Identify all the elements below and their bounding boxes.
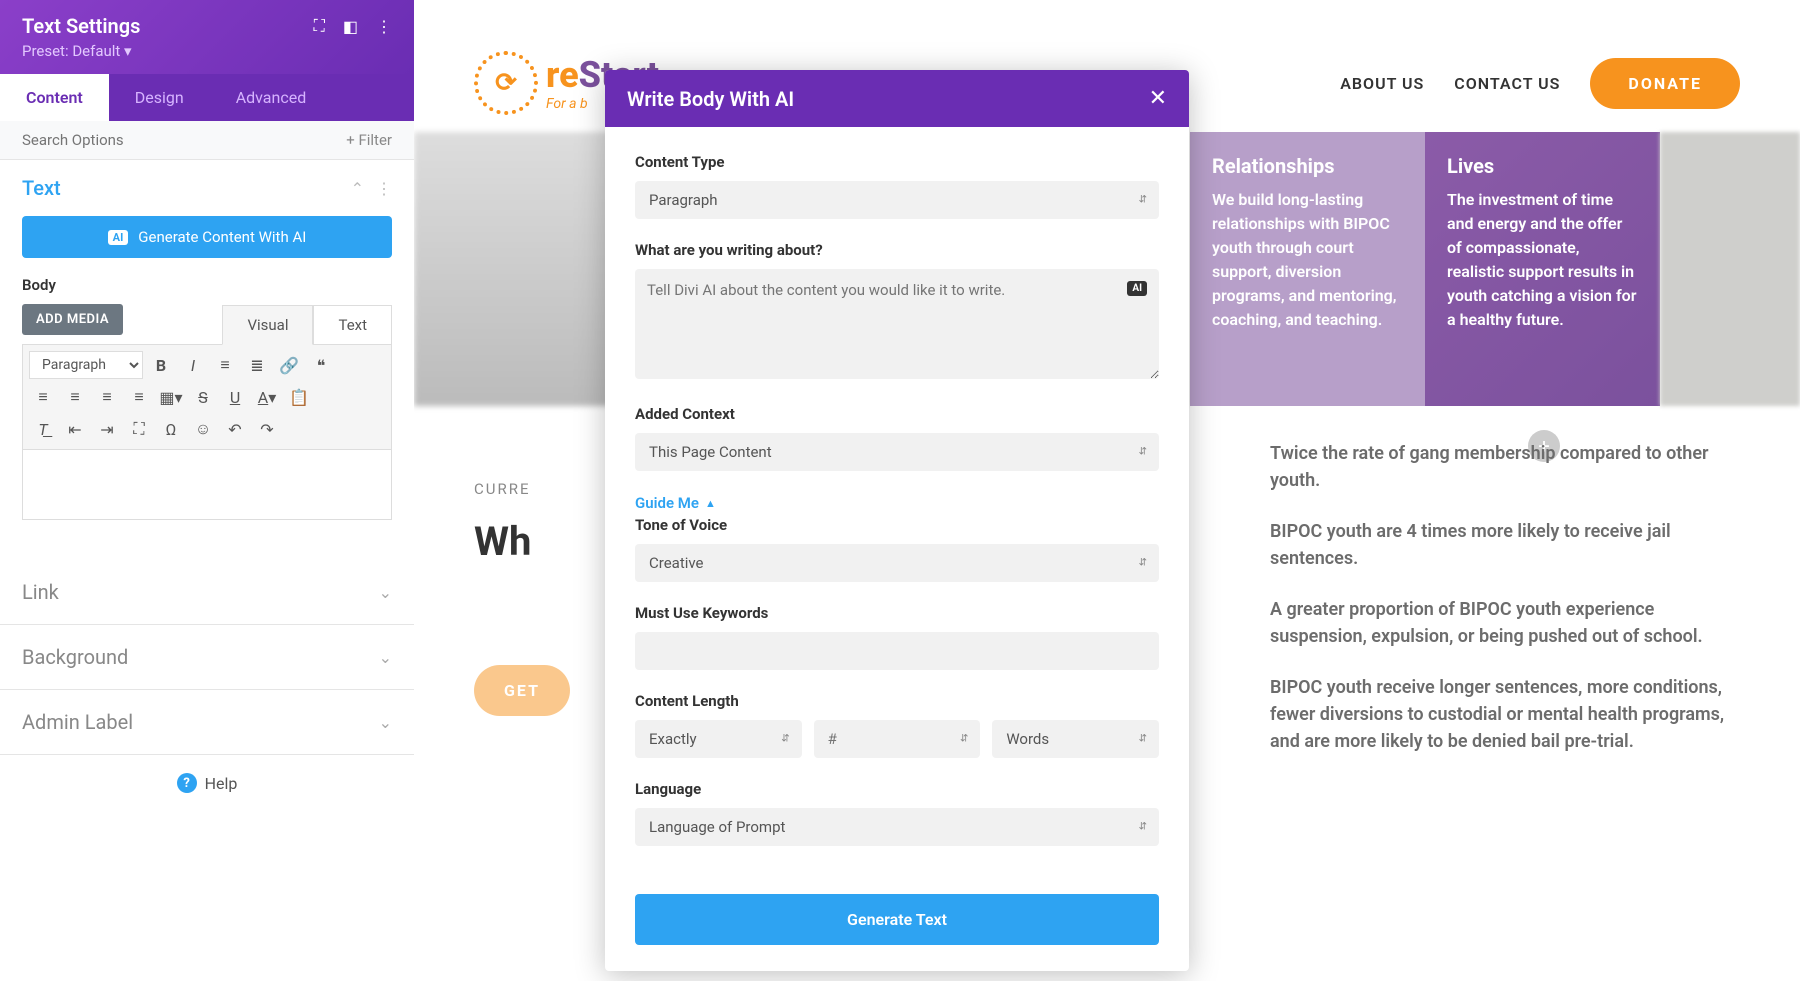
admin-label-section[interactable]: Admin Label ⌄ <box>0 690 414 755</box>
quote-icon[interactable]: ❝ <box>307 351 335 379</box>
align-right-icon[interactable]: ≡ <box>93 383 121 411</box>
stat-text-2: BIPOC youth are 4 times more likely to r… <box>1270 518 1740 572</box>
clear-format-icon[interactable]: T̲ <box>29 415 57 443</box>
stat-text-4: BIPOC youth receive longer sentences, mo… <box>1270 674 1740 755</box>
tone-label: Tone of Voice <box>635 516 1159 534</box>
link-icon[interactable]: 🔗 <box>275 351 303 379</box>
special-char-icon[interactable]: Ω <box>157 415 185 443</box>
chevron-down-icon: ⌄ <box>379 583 392 602</box>
close-icon[interactable]: ✕ <box>1149 86 1167 111</box>
undo-icon[interactable]: ↶ <box>221 415 249 443</box>
writing-about-textarea[interactable] <box>635 269 1159 379</box>
expand-icon[interactable]: ⛶ <box>314 16 325 36</box>
indent-icon[interactable]: ⇥ <box>93 415 121 443</box>
collapse-icon[interactable]: ⌃ <box>351 179 364 198</box>
underline-icon[interactable]: U <box>221 383 249 411</box>
editor-textarea[interactable] <box>22 450 392 520</box>
ordered-list-icon[interactable]: ≣ <box>243 351 271 379</box>
panel-title: Text Settings <box>22 14 140 38</box>
chevron-down-icon: ⌄ <box>379 648 392 667</box>
bold-icon[interactable]: B <box>147 351 175 379</box>
guide-me-link[interactable]: Guide Me▲ <box>635 494 716 512</box>
settings-sidebar: Text Settings ⛶ ◧ ⋮ Preset: Default ▾ Co… <box>0 0 414 981</box>
tone-select[interactable]: Creative <box>635 544 1159 582</box>
card-lives-title: Lives <box>1447 154 1638 178</box>
logo-icon: ⟳ <box>474 51 538 115</box>
outdent-icon[interactable]: ⇤ <box>61 415 89 443</box>
editor-tab-visual[interactable]: Visual <box>222 305 313 345</box>
italic-icon[interactable]: I <box>179 351 207 379</box>
tab-content[interactable]: Content <box>0 74 109 121</box>
language-label: Language <box>635 780 1159 798</box>
length-mode-select[interactable]: Exactly <box>635 720 802 758</box>
generate-content-ai-button[interactable]: AI Generate Content With AI <box>22 216 392 258</box>
length-number-input[interactable] <box>814 720 981 758</box>
added-context-label: Added Context <box>635 405 1159 423</box>
ai-corner-badge[interactable]: AI <box>1127 281 1147 296</box>
donate-button[interactable]: DONATE <box>1590 58 1740 109</box>
keywords-label: Must Use Keywords <box>635 604 1159 622</box>
triangle-up-icon: ▲ <box>705 497 716 510</box>
tab-design[interactable]: Design <box>109 74 210 121</box>
filter-button[interactable]: + Filter <box>346 131 392 149</box>
writing-about-label: What are you writing about? <box>635 241 1159 259</box>
modal-title: Write Body With AI <box>627 87 794 111</box>
card-relationships-text: We build long-lasting relationships with… <box>1212 188 1403 332</box>
align-justify-icon[interactable]: ≡ <box>125 383 153 411</box>
strike-icon[interactable]: S <box>189 383 217 411</box>
content-length-label: Content Length <box>635 692 1159 710</box>
unordered-list-icon[interactable]: ≡ <box>211 351 239 379</box>
link-section[interactable]: Link ⌄ <box>0 560 414 625</box>
length-unit-select[interactable]: Words <box>992 720 1159 758</box>
dock-icon[interactable]: ◧ <box>343 17 358 36</box>
help-link[interactable]: ? Help <box>0 755 414 811</box>
content-type-select[interactable]: Paragraph <box>635 181 1159 219</box>
stat-text-1: Twice the rate of gang membership compar… <box>1270 440 1740 494</box>
add-media-button[interactable]: ADD MEDIA <box>22 304 123 335</box>
nav-contact[interactable]: CONTACT US <box>1454 74 1560 93</box>
keywords-input[interactable] <box>635 632 1159 670</box>
paragraph-dropdown[interactable]: Paragraph <box>29 351 143 379</box>
section-more-icon[interactable]: ⋮ <box>376 179 392 198</box>
added-context-select[interactable]: This Page Content <box>635 433 1159 471</box>
help-icon: ? <box>177 773 197 793</box>
fullscreen-icon[interactable]: ⛶ <box>125 415 153 443</box>
get-button-partial[interactable]: GET <box>474 665 570 716</box>
background-section[interactable]: Background ⌄ <box>0 625 414 690</box>
content-type-label: Content Type <box>635 153 1159 171</box>
card-relationships-title: Relationships <box>1212 154 1403 178</box>
stat-text-3: A greater proportion of BIPOC youth expe… <box>1270 596 1740 650</box>
align-center-icon[interactable]: ≡ <box>61 383 89 411</box>
editor-tab-text[interactable]: Text <box>313 305 392 345</box>
nav-about[interactable]: ABOUT US <box>1340 74 1424 93</box>
table-icon[interactable]: ▦▾ <box>157 383 185 411</box>
text-color-icon[interactable]: A▾ <box>253 383 281 411</box>
generate-text-button[interactable]: Generate Text <box>635 894 1159 945</box>
chevron-down-icon: ⌄ <box>379 713 392 732</box>
editor-toolbar: Paragraph B I ≡ ≣ 🔗 ❝ ≡ ≡ ≡ ≡ ▦▾ S U A▾ … <box>22 344 392 450</box>
tab-advanced[interactable]: Advanced <box>210 74 333 121</box>
emoji-icon[interactable]: ☺ <box>189 415 217 443</box>
language-select[interactable]: Language of Prompt <box>635 808 1159 846</box>
text-section-title: Text <box>22 176 61 200</box>
paste-icon[interactable]: 📋 <box>285 383 313 411</box>
align-left-icon[interactable]: ≡ <box>29 383 57 411</box>
preset-dropdown[interactable]: Preset: Default ▾ <box>0 42 414 74</box>
body-label: Body <box>22 276 392 294</box>
ai-modal: Write Body With AI ✕ Content Type Paragr… <box>605 70 1189 971</box>
more-icon[interactable]: ⋮ <box>376 17 392 36</box>
redo-icon[interactable]: ↷ <box>253 415 281 443</box>
search-options-input[interactable] <box>22 131 346 149</box>
card-lives-text: The investment of time and energy and th… <box>1447 188 1638 332</box>
ai-badge-icon: AI <box>108 230 129 245</box>
